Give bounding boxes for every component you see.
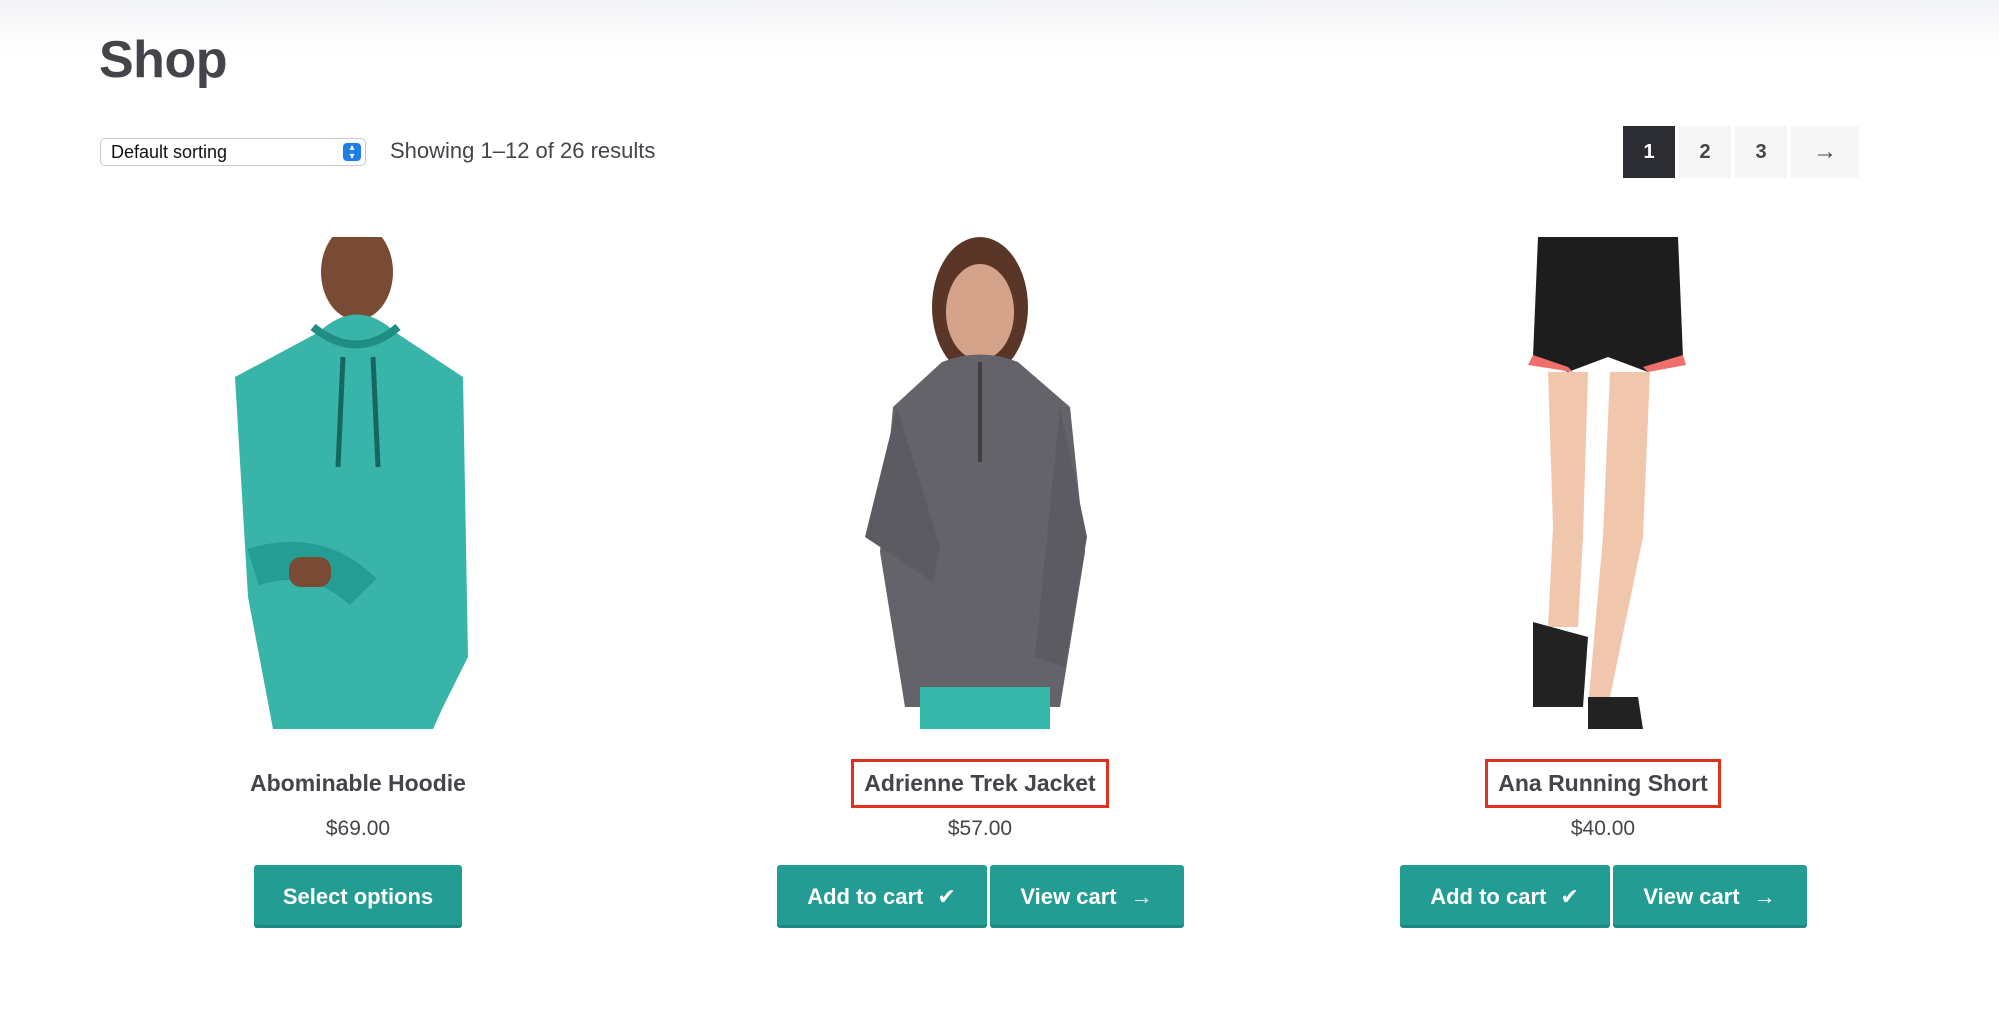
view-cart-label: View cart (1020, 883, 1117, 909)
product-title-jacket[interactable]: Adrienne Trek Jacket (851, 758, 1109, 808)
select-options-label: Select options (282, 883, 434, 909)
product-price-hoodie: $69.00 (325, 817, 391, 840)
product-card-short: Ana Running Short $40.00 Add to cart ✔ V… (1343, 237, 1863, 928)
view-cart-button-jacket[interactable]: View cart → (989, 865, 1184, 928)
product-image-hoodie[interactable] (193, 224, 523, 729)
view-cart-button-short[interactable]: View cart → (1612, 865, 1807, 928)
select-options-button[interactable]: Select options (254, 865, 462, 928)
check-icon: ✔ (937, 883, 956, 909)
pagination: 1 2 3 → (1623, 126, 1859, 178)
product-price-jacket: $57.00 (947, 817, 1013, 840)
add-to-cart-label: Add to cart (807, 883, 924, 909)
sort-select[interactable]: Default sorting ▴ ▾ (100, 138, 366, 166)
add-to-cart-label: Add to cart (1430, 883, 1547, 909)
add-to-cart-button-short[interactable]: Add to cart ✔ (1399, 865, 1610, 928)
product-price-short: $40.00 (1570, 817, 1636, 840)
select-arrows-icon: ▴ ▾ (343, 143, 361, 162)
product-title-short[interactable]: Ana Running Short (1485, 758, 1721, 808)
product-image-short[interactable] (1438, 237, 1768, 729)
view-cart-label: View cart (1643, 883, 1740, 909)
arrow-right-icon: → (1753, 883, 1776, 909)
check-icon: ✔ (1560, 883, 1579, 909)
top-header-fade (0, 0, 1999, 55)
page-1-current: 1 (1623, 126, 1675, 178)
product-title-hoodie[interactable]: Abominable Hoodie (240, 762, 476, 805)
result-count: Showing 1–12 of 26 results (390, 138, 656, 163)
page-title: Shop (99, 31, 227, 89)
arrow-right-icon: → (1130, 883, 1153, 909)
product-card-hoodie: Abominable Hoodie $69.00 Select options (98, 224, 618, 928)
next-page-link[interactable]: → (1791, 126, 1859, 178)
product-card-jacket: Adrienne Trek Jacket $57.00 Add to cart … (720, 237, 1240, 928)
page-2-link[interactable]: 2 (1679, 126, 1731, 178)
sort-select-value: Default sorting (111, 141, 228, 162)
add-to-cart-button-jacket[interactable]: Add to cart ✔ (776, 865, 987, 928)
page-3-link[interactable]: 3 (1735, 126, 1787, 178)
product-image-jacket[interactable] (815, 237, 1145, 729)
